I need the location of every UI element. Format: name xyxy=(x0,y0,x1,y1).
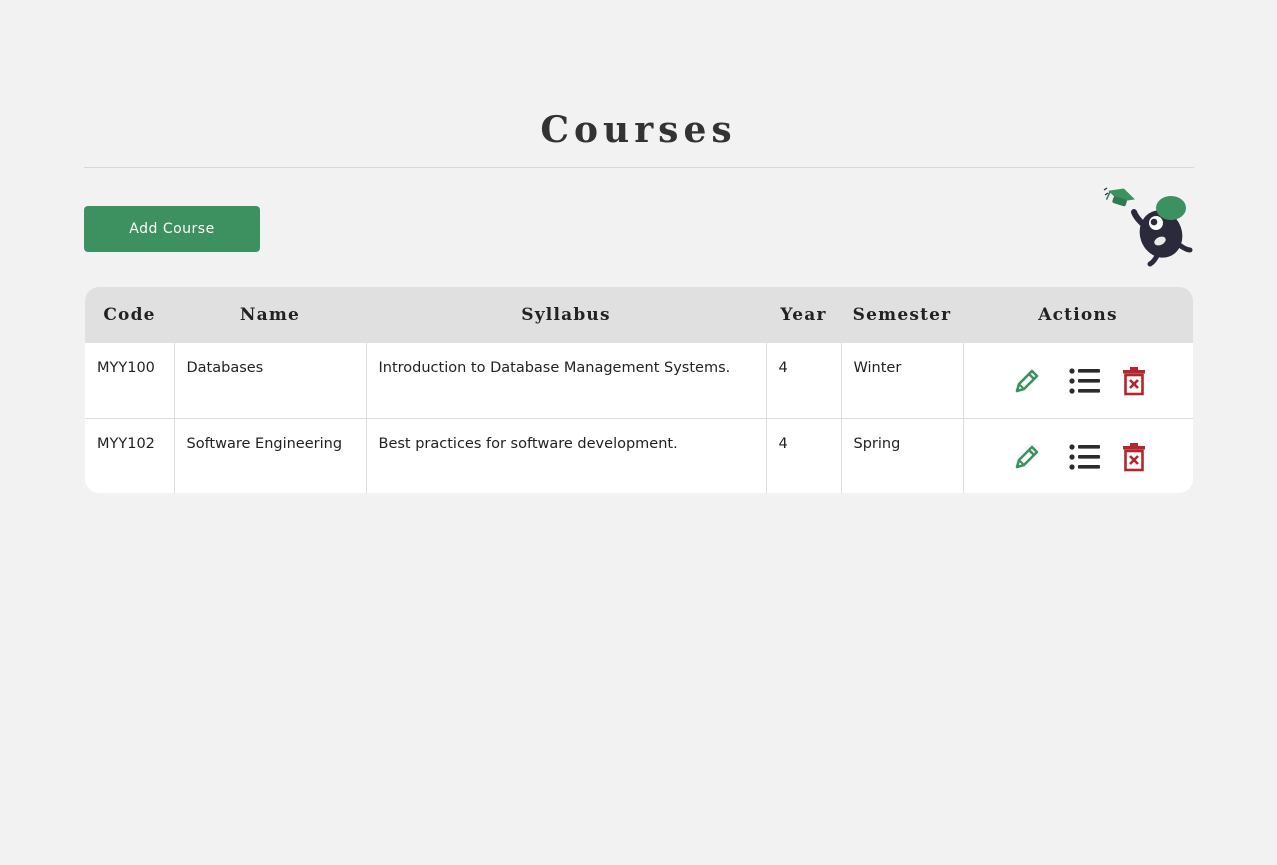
table-row: MYY100 Databases Introduction to Databas… xyxy=(85,343,1193,418)
column-header-syllabus: Syllabus xyxy=(521,305,611,325)
trash-icon xyxy=(1122,367,1145,396)
table-row: MYY102 Software Engineering Best practic… xyxy=(85,417,1193,493)
column-header-actions: Actions xyxy=(1038,305,1118,325)
pencil-icon xyxy=(1015,369,1038,393)
delete-course-button[interactable] xyxy=(1122,366,1146,396)
title-divider xyxy=(84,167,1194,168)
trash-icon xyxy=(1122,442,1145,471)
view-details-button[interactable] xyxy=(1068,366,1102,396)
cell-year: 4 xyxy=(765,417,841,493)
cell-semester: Winter xyxy=(840,343,963,418)
add-course-button[interactable]: Add Course xyxy=(84,206,260,252)
view-details-button[interactable] xyxy=(1068,442,1102,472)
cell-semester: Spring xyxy=(840,417,963,493)
cell-year: 4 xyxy=(765,343,841,418)
cell-code: MYY102 xyxy=(85,417,174,493)
pencil-icon xyxy=(1015,445,1038,468)
list-icon xyxy=(1068,368,1100,394)
column-header-year: Year xyxy=(780,305,827,325)
cell-actions xyxy=(962,417,1193,493)
delete-course-button[interactable] xyxy=(1122,442,1146,472)
column-header-name: Name xyxy=(239,305,301,325)
cell-name: Software Engineering xyxy=(173,417,366,493)
edit-course-button[interactable] xyxy=(1012,366,1042,396)
page-title: Courses xyxy=(540,109,737,151)
cell-name: Databases xyxy=(173,343,366,418)
edit-course-button[interactable] xyxy=(1012,442,1042,472)
table-header-row: Code Name Syllabus Year Semester Actions xyxy=(85,287,1193,343)
cell-code: MYY100 xyxy=(97,360,155,376)
column-header-code: Code xyxy=(103,305,156,325)
cell-syllabus: Best practices for software development. xyxy=(365,417,766,493)
courses-table: Code Name Syllabus Year Semester Actions… xyxy=(85,287,1193,493)
cell-actions xyxy=(962,343,1193,418)
list-icon xyxy=(1068,443,1100,470)
column-header-semester: Semester xyxy=(852,305,952,325)
graduation-mascot-icon xyxy=(1103,187,1193,267)
cell-syllabus: Introduction to Database Management Syst… xyxy=(365,343,766,418)
